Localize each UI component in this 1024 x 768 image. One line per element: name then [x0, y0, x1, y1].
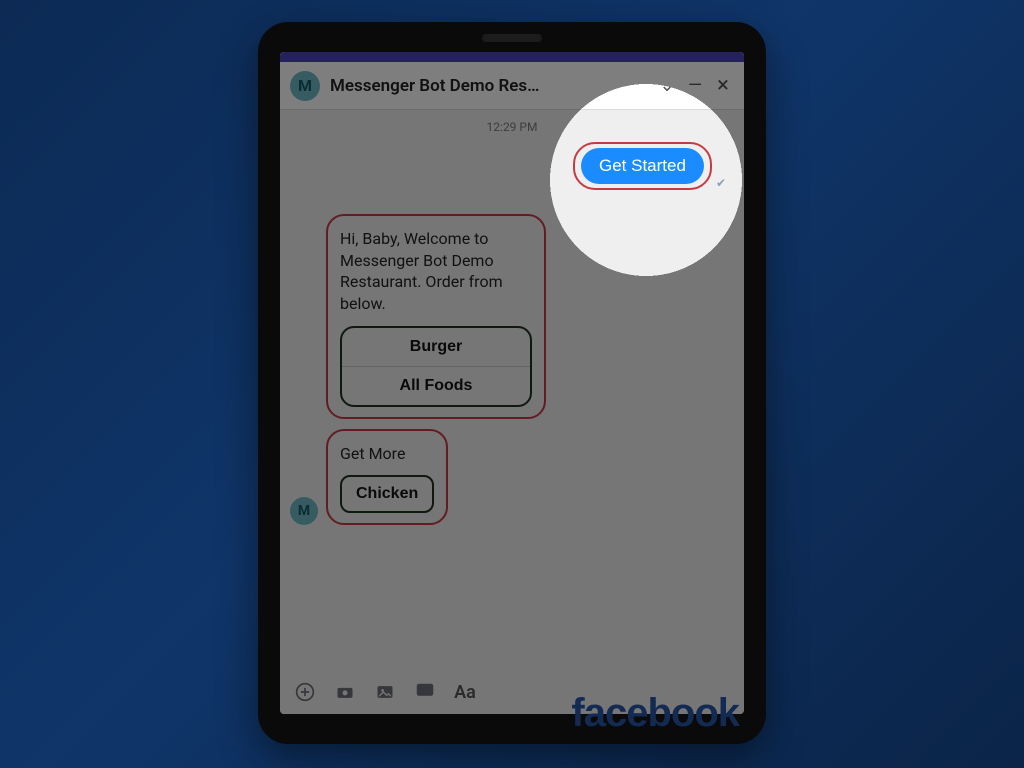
facebook-logo: facebook: [571, 691, 739, 736]
bot-text: Get More: [340, 443, 434, 465]
bot-text: Hi, Baby, Welcome to Messenger Bot Demo …: [340, 228, 532, 314]
option-chicken[interactable]: Chicken: [342, 477, 432, 511]
timestamp: 12:29 PM: [290, 120, 734, 134]
tablet-frame: M Messenger Bot Demo Res… ⌄ — × 12:29 PM…: [258, 22, 766, 744]
plus-icon[interactable]: [294, 681, 316, 703]
chat-header: M Messenger Bot Demo Res… ⌄ — ×: [280, 62, 744, 110]
bot-avatar: M: [290, 497, 318, 525]
bot-message-row: Hi, Baby, Welcome to Messenger Bot Demo …: [290, 214, 734, 419]
option-all-foods[interactable]: All Foods: [342, 366, 530, 405]
option-group: Burger All Foods: [340, 326, 532, 407]
chevron-down-icon[interactable]: ⌄: [656, 75, 678, 96]
option-burger[interactable]: Burger: [342, 328, 530, 366]
chat-title: Messenger Bot Demo Res…: [330, 76, 650, 96]
close-icon[interactable]: ×: [712, 73, 734, 98]
get-started-button[interactable]: Get Started: [581, 148, 704, 184]
avatar[interactable]: M: [290, 71, 320, 101]
chat-body: 12:29 PM Get Started ✔ Hi, Baby, Welcome…: [280, 110, 744, 714]
app-screen: M Messenger Bot Demo Res… ⌄ — × 12:29 PM…: [280, 52, 744, 714]
minimize-icon[interactable]: —: [684, 75, 706, 96]
browser-top-bar: [280, 52, 744, 62]
option-group: Chicken: [340, 475, 434, 513]
image-icon[interactable]: [374, 681, 396, 703]
gif-icon[interactable]: [414, 681, 436, 703]
bot-card-more: Get More Chicken: [326, 429, 448, 525]
bot-message-row: M Get More Chicken: [290, 429, 734, 525]
delivered-check-icon: ✔: [716, 176, 726, 190]
bot-card-welcome: Hi, Baby, Welcome to Messenger Bot Demo …: [326, 214, 546, 419]
camera-icon[interactable]: [334, 681, 356, 703]
highlight-outline: Get Started: [573, 142, 712, 190]
text-input-icon[interactable]: Aa: [454, 681, 476, 703]
sent-message-row: Get Started ✔: [290, 142, 734, 190]
tablet-notch: [482, 34, 542, 42]
